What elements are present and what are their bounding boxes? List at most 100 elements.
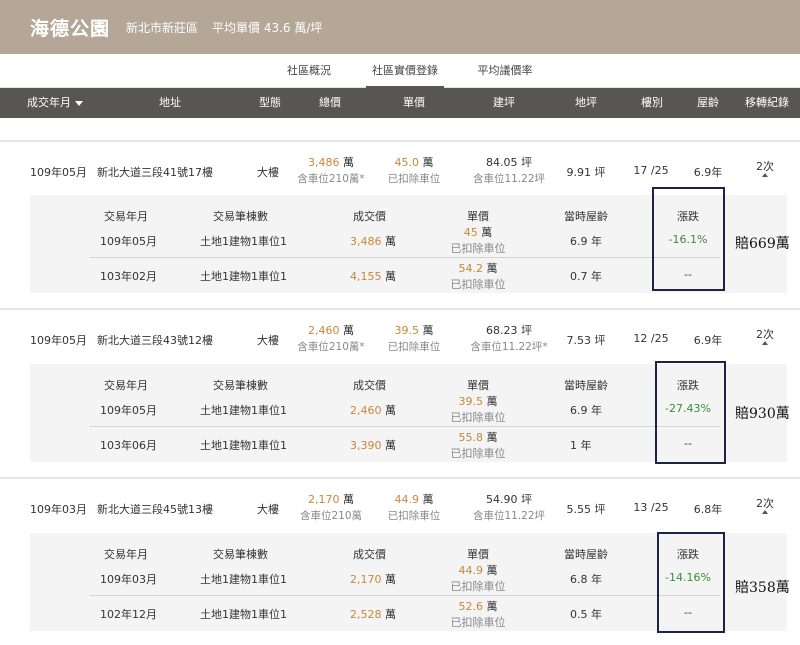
record-type: 大樓 bbox=[257, 503, 279, 516]
detail-unit-unit: 萬 bbox=[481, 226, 493, 239]
record-history-toggle[interactable]: 2次 bbox=[750, 326, 780, 342]
detail-unit: 54.2 萬 bbox=[438, 260, 518, 276]
highlight-box bbox=[655, 361, 726, 464]
record-total-value: 2,460 bbox=[308, 324, 340, 337]
detail-price: 2,170 萬 bbox=[350, 571, 396, 587]
detail-unit-value: 45 bbox=[463, 226, 478, 239]
record-total-note: 含車位210萬* bbox=[297, 341, 365, 353]
collapse-chevron-icon[interactable] bbox=[762, 173, 768, 177]
detail-unit-unit: 萬 bbox=[486, 262, 498, 275]
detail-header-price: 成交價 bbox=[353, 379, 386, 392]
record-floor: 17 /25 bbox=[633, 164, 669, 177]
record-separator bbox=[0, 140, 800, 142]
detail-unit: 39.5 萬 bbox=[438, 393, 518, 409]
highlight-box bbox=[652, 187, 725, 291]
detail-unit-unit: 萬 bbox=[486, 395, 498, 408]
table-header: 成交年月 地址 型態 總價 單價 建坪 地坪 樓別 屋齡 移轉紀錄 bbox=[0, 88, 800, 118]
detail-count: 土地1建物1車位1 bbox=[200, 404, 287, 417]
record-address: 新北大道三段45號13樓 bbox=[97, 503, 213, 516]
record-total-unit: 萬 bbox=[343, 324, 354, 337]
col-date-label: 成交年月 bbox=[27, 96, 71, 109]
record-age: 6.9年 bbox=[693, 334, 723, 347]
record-unit-price: 44.9 萬 bbox=[384, 491, 444, 507]
detail-header-count: 交易筆棟數 bbox=[213, 379, 268, 392]
record-history-toggle[interactable]: 2次 bbox=[750, 158, 780, 174]
tab-overview[interactable]: 社區概況 bbox=[278, 54, 340, 88]
detail-price-unit: 萬 bbox=[385, 573, 396, 586]
detail-count: 土地1建物1車位1 bbox=[200, 439, 287, 452]
col-date-sort[interactable]: 成交年月 bbox=[22, 88, 88, 118]
col-total: 總價 bbox=[319, 96, 341, 109]
detail-price-unit: 萬 bbox=[385, 235, 396, 248]
detail-price-value: 2,170 bbox=[350, 573, 382, 586]
detail-price-value: 4,155 bbox=[350, 270, 382, 283]
record-address: 新北大道三段41號17樓 bbox=[97, 166, 213, 179]
record-land-area: 7.53 坪 bbox=[566, 334, 606, 347]
detail-header-date: 交易年月 bbox=[104, 210, 148, 223]
record-building-area: 68.23 坪 bbox=[486, 324, 532, 337]
detail-unit-note: 已扣除車位 bbox=[450, 242, 506, 255]
detail-age: 0.5 年 bbox=[570, 608, 602, 621]
record-floor: 12 /25 bbox=[633, 332, 669, 345]
tab-actual-price[interactable]: 社區實價登錄 bbox=[366, 54, 444, 88]
record-area-note: 含車位11.22坪* bbox=[470, 341, 548, 353]
record-unit-value: 45.0 bbox=[394, 156, 420, 169]
detail-price-value: 2,528 bbox=[350, 608, 382, 621]
detail-date: 103年06月 bbox=[100, 439, 157, 452]
record-type: 大樓 bbox=[257, 166, 279, 179]
col-age: 屋齡 bbox=[697, 96, 719, 109]
record-type: 大樓 bbox=[257, 334, 279, 347]
record-land-area: 9.91 坪 bbox=[566, 166, 606, 179]
detail-date: 109年03月 bbox=[100, 573, 157, 586]
record-total-unit: 萬 bbox=[343, 156, 354, 169]
detail-unit-value: 44.9 bbox=[458, 564, 484, 577]
detail-unit-unit: 萬 bbox=[486, 600, 498, 613]
detail-unit-note: 已扣除車位 bbox=[450, 447, 506, 460]
col-floor: 樓別 bbox=[641, 96, 663, 109]
record-unit-value: 44.9 bbox=[394, 493, 420, 506]
detail-header-date: 交易年月 bbox=[104, 379, 148, 392]
detail-age: 6.8 年 bbox=[570, 573, 602, 586]
record-date: 109年03月 bbox=[30, 503, 87, 516]
detail-age: 6.9 年 bbox=[570, 235, 602, 248]
detail-date: 102年12月 bbox=[100, 608, 157, 621]
collapse-chevron-icon[interactable] bbox=[762, 341, 768, 345]
loss-annotation: 賠358萬 bbox=[735, 580, 790, 596]
record-total: 2,460 萬 bbox=[296, 322, 366, 338]
detail-header-age: 當時屋齡 bbox=[564, 210, 608, 223]
record-address: 新北大道三段43號12樓 bbox=[97, 334, 213, 347]
detail-header-unit: 單價 bbox=[467, 210, 489, 223]
detail-count: 土地1建物1車位1 bbox=[200, 573, 287, 586]
record-total-value: 2,170 bbox=[308, 493, 340, 506]
record-building-area: 54.90 坪 bbox=[486, 493, 532, 506]
detail-price: 3,486 萬 bbox=[350, 233, 396, 249]
detail-count: 土地1建物1車位1 bbox=[200, 270, 287, 283]
highlight-box bbox=[657, 532, 725, 633]
record-unit-unit: 萬 bbox=[422, 324, 434, 337]
record-age: 6.9年 bbox=[693, 166, 723, 179]
record-unit-note: 已扣除車位 bbox=[387, 341, 441, 353]
detail-unit: 45 萬 bbox=[438, 224, 518, 240]
detail-unit: 44.9 萬 bbox=[438, 562, 518, 578]
detail-unit-note: 已扣除車位 bbox=[450, 278, 506, 291]
record-total-unit: 萬 bbox=[343, 493, 354, 506]
detail-price-unit: 萬 bbox=[385, 404, 396, 417]
detail-divider bbox=[90, 257, 720, 258]
loss-annotation: 賠930萬 bbox=[735, 406, 790, 422]
tab-bargain-rate[interactable]: 平均議價率 bbox=[470, 54, 540, 88]
detail-date: 109年05月 bbox=[100, 235, 157, 248]
record-history-toggle[interactable]: 2次 bbox=[750, 495, 780, 511]
collapse-chevron-icon[interactable] bbox=[762, 510, 768, 514]
detail-header-count: 交易筆棟數 bbox=[213, 548, 268, 561]
detail-age: 1 年 bbox=[570, 439, 592, 452]
detail-unit-note: 已扣除車位 bbox=[450, 411, 506, 424]
detail-unit: 55.8 萬 bbox=[438, 429, 518, 445]
record-unit-note: 已扣除車位 bbox=[387, 173, 441, 185]
detail-divider bbox=[90, 426, 720, 427]
detail-price-value: 2,460 bbox=[350, 404, 382, 417]
detail-header-unit: 單價 bbox=[467, 548, 489, 561]
detail-date: 103年02月 bbox=[100, 270, 157, 283]
detail-header-date: 交易年月 bbox=[104, 548, 148, 561]
detail-unit-note: 已扣除車位 bbox=[450, 616, 506, 629]
record-total-note: 含車位210萬* bbox=[297, 173, 365, 185]
